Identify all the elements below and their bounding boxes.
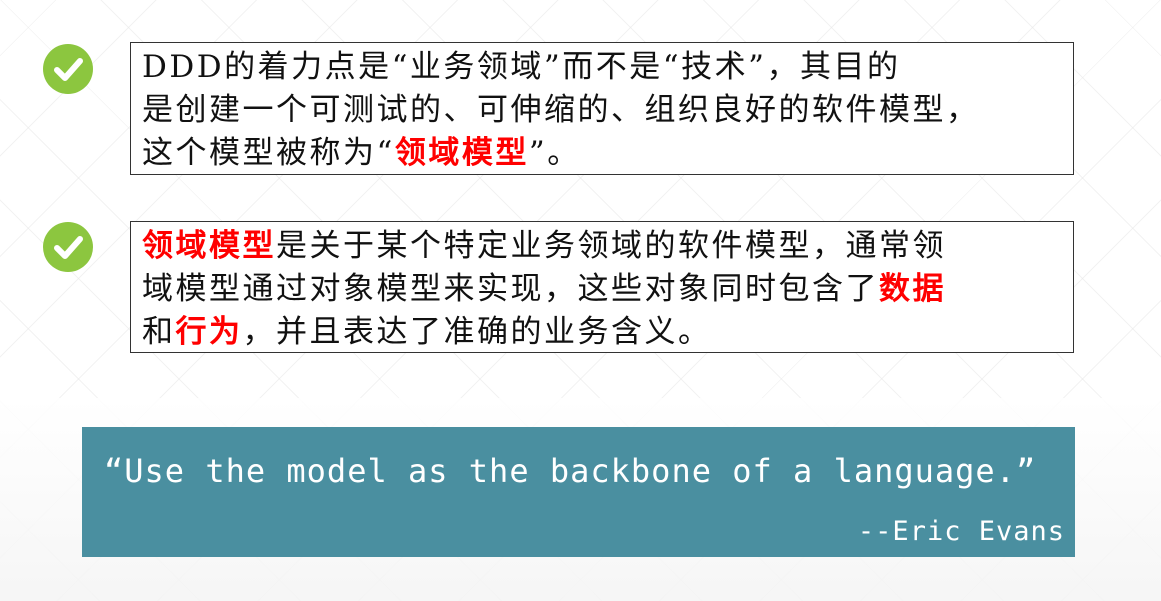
- point-1-line-2: 是创建一个可测试的、可伸缩的、组织良好的软件模型，: [142, 92, 980, 128]
- point-2-line-1-text: 是关于某个特定业务领域的软件模型，通常领: [276, 228, 946, 264]
- highlight-domain-model: 领域模型: [142, 228, 276, 264]
- point-1-card: DDD的着力点是“业务领域”而不是“技术”，其目的 是创建一个可测试的、可伸缩的…: [130, 42, 1074, 175]
- check-circle-icon: [43, 222, 93, 272]
- highlight-behavior: 行为: [175, 314, 243, 350]
- point-2-line-3-end: ，并且表达了准确的业务含义。: [242, 314, 712, 350]
- point-2-line-3-text: 和: [142, 314, 176, 350]
- point-1-line-3: 这个模型被称为“领域模型”。: [142, 132, 1063, 175]
- point-1-line-3-text: 这个模型被称为“: [142, 135, 395, 171]
- quote-box: “Use the model as the backbone of a lang…: [82, 427, 1075, 557]
- point-1-line-3-end: ”。: [528, 135, 581, 171]
- highlight-data: 数据: [879, 271, 946, 307]
- point-2-line-2-text: 域模型通过对象模型来实现，这些对象同时包含了: [142, 271, 879, 307]
- point-2-card: 领域模型是关于某个特定业务领域的软件模型，通常领 域模型通过对象模型来实现，这些…: [130, 221, 1074, 353]
- point-2-line-3: 和行为，并且表达了准确的业务含义。: [142, 311, 1063, 354]
- highlight-domain-model: 领域模型: [394, 135, 529, 171]
- check-circle-icon: [43, 44, 93, 94]
- point-2-line-1: 领域模型是关于某个特定业务领域的软件模型，通常领: [142, 225, 1063, 268]
- point-2-line-2: 域模型通过对象模型来实现，这些对象同时包含了数据: [142, 268, 1063, 311]
- point-1-line-1: DDD的着力点是“业务领域”而不是“技术”，其目的: [142, 49, 901, 85]
- quote-author: --Eric Evans: [857, 516, 1065, 547]
- quote-text: “Use the model as the backbone of a lang…: [104, 452, 1037, 490]
